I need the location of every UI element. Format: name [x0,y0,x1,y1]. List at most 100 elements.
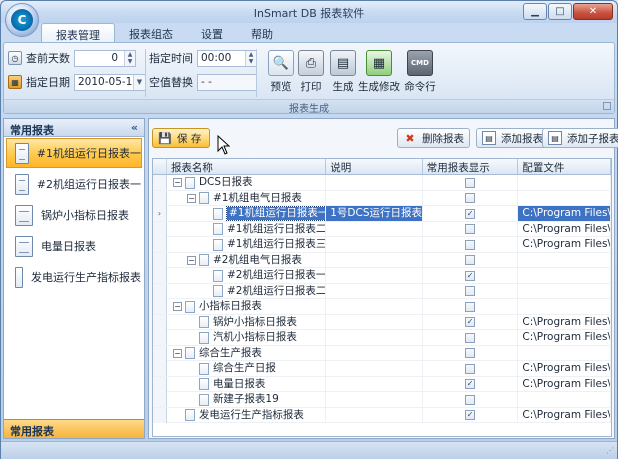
config-file-cell[interactable] [518,252,611,268]
menu-tab[interactable]: 帮助 [237,23,287,43]
favorite-report-item[interactable]: 锅炉小指标日报表 [6,200,142,230]
minimize-button[interactable]: ▁ [523,3,547,20]
row-selector[interactable] [153,283,167,299]
tree-row[interactable]: − 综合生产报表 [153,345,611,361]
tree-name-cell[interactable]: 电量日报表 [167,376,327,392]
tree-name-cell[interactable]: 汽机小指标日报表 [167,330,327,345]
favorite-checkbox[interactable] [465,255,476,265]
favorite-report-item[interactable]: 发电运行生产指标报表 [6,262,142,292]
collapse-toggle-icon[interactable]: − [186,193,196,203]
tree-row[interactable]: 锅炉小指标日报表 ✓ C:\Program Files\C... [153,314,611,330]
description-cell[interactable] [326,314,423,330]
tree-name-cell[interactable]: − 综合生产报表 [167,345,327,361]
app-logo-icon[interactable]: C [5,3,39,37]
tree-row[interactable]: 发电运行生产指标报表 ✓ C:\Program Files\C... [153,407,611,423]
tree-row[interactable]: − 小指标日报表 [153,299,611,315]
tree-row[interactable]: 汽机小指标日报表 C:\Program Files\C... [153,330,611,346]
tree-name-cell[interactable]: − #1机组电气日报表 [167,190,327,206]
tree-name-cell[interactable]: − #2机组电气日报表 [167,252,327,268]
time-stepper[interactable]: 00:00 ▲ ▼ [197,49,257,67]
row-selector[interactable] [153,376,167,392]
dialog-launcher-icon[interactable] [603,102,611,110]
description-cell[interactable] [326,345,423,361]
row-selector[interactable] [153,361,167,376]
menu-tab[interactable]: 设置 [187,23,237,43]
config-file-cell[interactable] [518,190,611,206]
config-file-cell[interactable]: C:\Program Files\C... [518,237,611,252]
tree-name-cell[interactable]: 发电运行生产指标报表 [167,407,327,423]
description-cell[interactable] [326,237,423,252]
row-selector[interactable] [153,237,167,252]
stepper-arrows-icon[interactable]: ▲ ▼ [245,50,256,66]
tree-row[interactable]: − #1机组电气日报表 [153,190,611,206]
tree-row[interactable]: #2机组运行日报表一 ✓ [153,268,611,284]
tree-row[interactable]: − DCS日报表 [153,175,611,191]
row-selector[interactable] [153,299,167,314]
tree-name-cell[interactable]: #2机组运行日报表二 [167,283,327,299]
row-selector[interactable] [153,175,167,190]
description-cell[interactable] [326,330,423,345]
close-button[interactable]: ✕ [573,3,613,20]
row-selector[interactable] [153,252,167,268]
row-selector[interactable] [153,345,167,361]
config-file-cell[interactable]: C:\Program Files\C... [518,206,611,221]
resize-grip-icon[interactable]: ⋰ [606,446,614,455]
tree-name-cell[interactable]: 锅炉小指标日报表 [167,314,327,330]
tree-row[interactable]: #1机组运行日报表二 C:\Program Files\C... [153,221,611,237]
row-selector[interactable] [153,330,167,345]
menu-tab[interactable]: 报表组态 [115,23,187,43]
favorite-checkbox[interactable]: ✓ [465,208,476,219]
favorite-checkbox[interactable] [465,239,476,250]
description-cell[interactable] [326,268,423,283]
row-selector[interactable]: › [153,206,167,221]
config-file-cell[interactable] [518,345,611,361]
collapse-toggle-icon[interactable]: − [172,348,182,358]
collapse-toggle-icon[interactable]: − [172,302,182,311]
description-cell[interactable] [326,361,423,376]
description-cell[interactable] [326,407,423,423]
favorite-checkbox[interactable]: ✓ [465,270,476,281]
description-cell[interactable] [326,299,423,314]
tree-name-cell[interactable]: #1机组运行日报表三 [167,237,327,252]
row-selector[interactable] [153,221,167,237]
replace-input[interactable]: - - [197,73,257,91]
command-line-button[interactable]: CMD 命令行 [398,47,442,99]
favorite-checkbox[interactable] [465,177,476,188]
description-cell[interactable] [326,392,423,407]
column-header-config-file[interactable]: 配置文件 [518,159,611,174]
tree-row[interactable]: › #1机组运行日报表一 1号DCS运行日报表一 ✓ C:\Program Files\… [153,206,611,222]
favorite-checkbox[interactable]: ✓ [465,317,476,327]
stepper-arrows-icon[interactable]: ▲ ▼ [124,50,135,66]
favorite-checkbox[interactable]: ✓ [465,379,476,389]
row-selector[interactable] [153,268,167,283]
description-cell[interactable] [326,283,423,299]
config-file-cell[interactable] [518,283,611,299]
favorite-checkbox[interactable] [465,363,476,374]
tree-name-cell[interactable]: #2机组运行日报表一 [167,268,327,283]
tree-name-cell[interactable]: 新建子报表19 [167,392,327,407]
collapse-toggle-icon[interactable]: − [172,178,182,187]
favorite-checkbox[interactable] [465,301,476,312]
row-selector[interactable] [153,314,167,330]
config-file-cell[interactable]: C:\Program Files\C... [518,221,611,237]
description-cell[interactable] [326,221,423,237]
description-cell[interactable]: 1号DCS运行日报表一 [326,206,423,221]
favorite-report-item[interactable]: #1机组运行日报表一 [6,138,142,168]
tree-row[interactable]: #2机组运行日报表二 [153,283,611,299]
favorite-checkbox[interactable] [465,286,476,296]
add-report-button[interactable]: ▤ 添加报表 [476,128,549,148]
description-cell[interactable] [326,190,423,206]
delete-report-button[interactable]: ✖ 删除报表 [397,128,470,148]
favorite-report-item[interactable]: 电量日报表 [6,231,142,261]
favorite-checkbox[interactable] [465,332,476,343]
tree-row[interactable]: − #2机组电气日报表 [153,252,611,268]
favorite-checkbox[interactable]: ✓ [465,410,476,420]
config-file-cell[interactable] [518,299,611,314]
collapse-toggle-icon[interactable]: − [186,255,196,265]
add-child-report-button[interactable]: ▤ 添加子报表 [542,128,618,148]
row-selector[interactable] [153,190,167,206]
generate-modify-button[interactable]: ▦ 生成修改 [357,47,401,99]
description-cell[interactable] [326,376,423,392]
config-file-cell[interactable] [518,268,611,283]
favorite-report-item[interactable]: #2机组运行日报表一 [6,169,142,199]
